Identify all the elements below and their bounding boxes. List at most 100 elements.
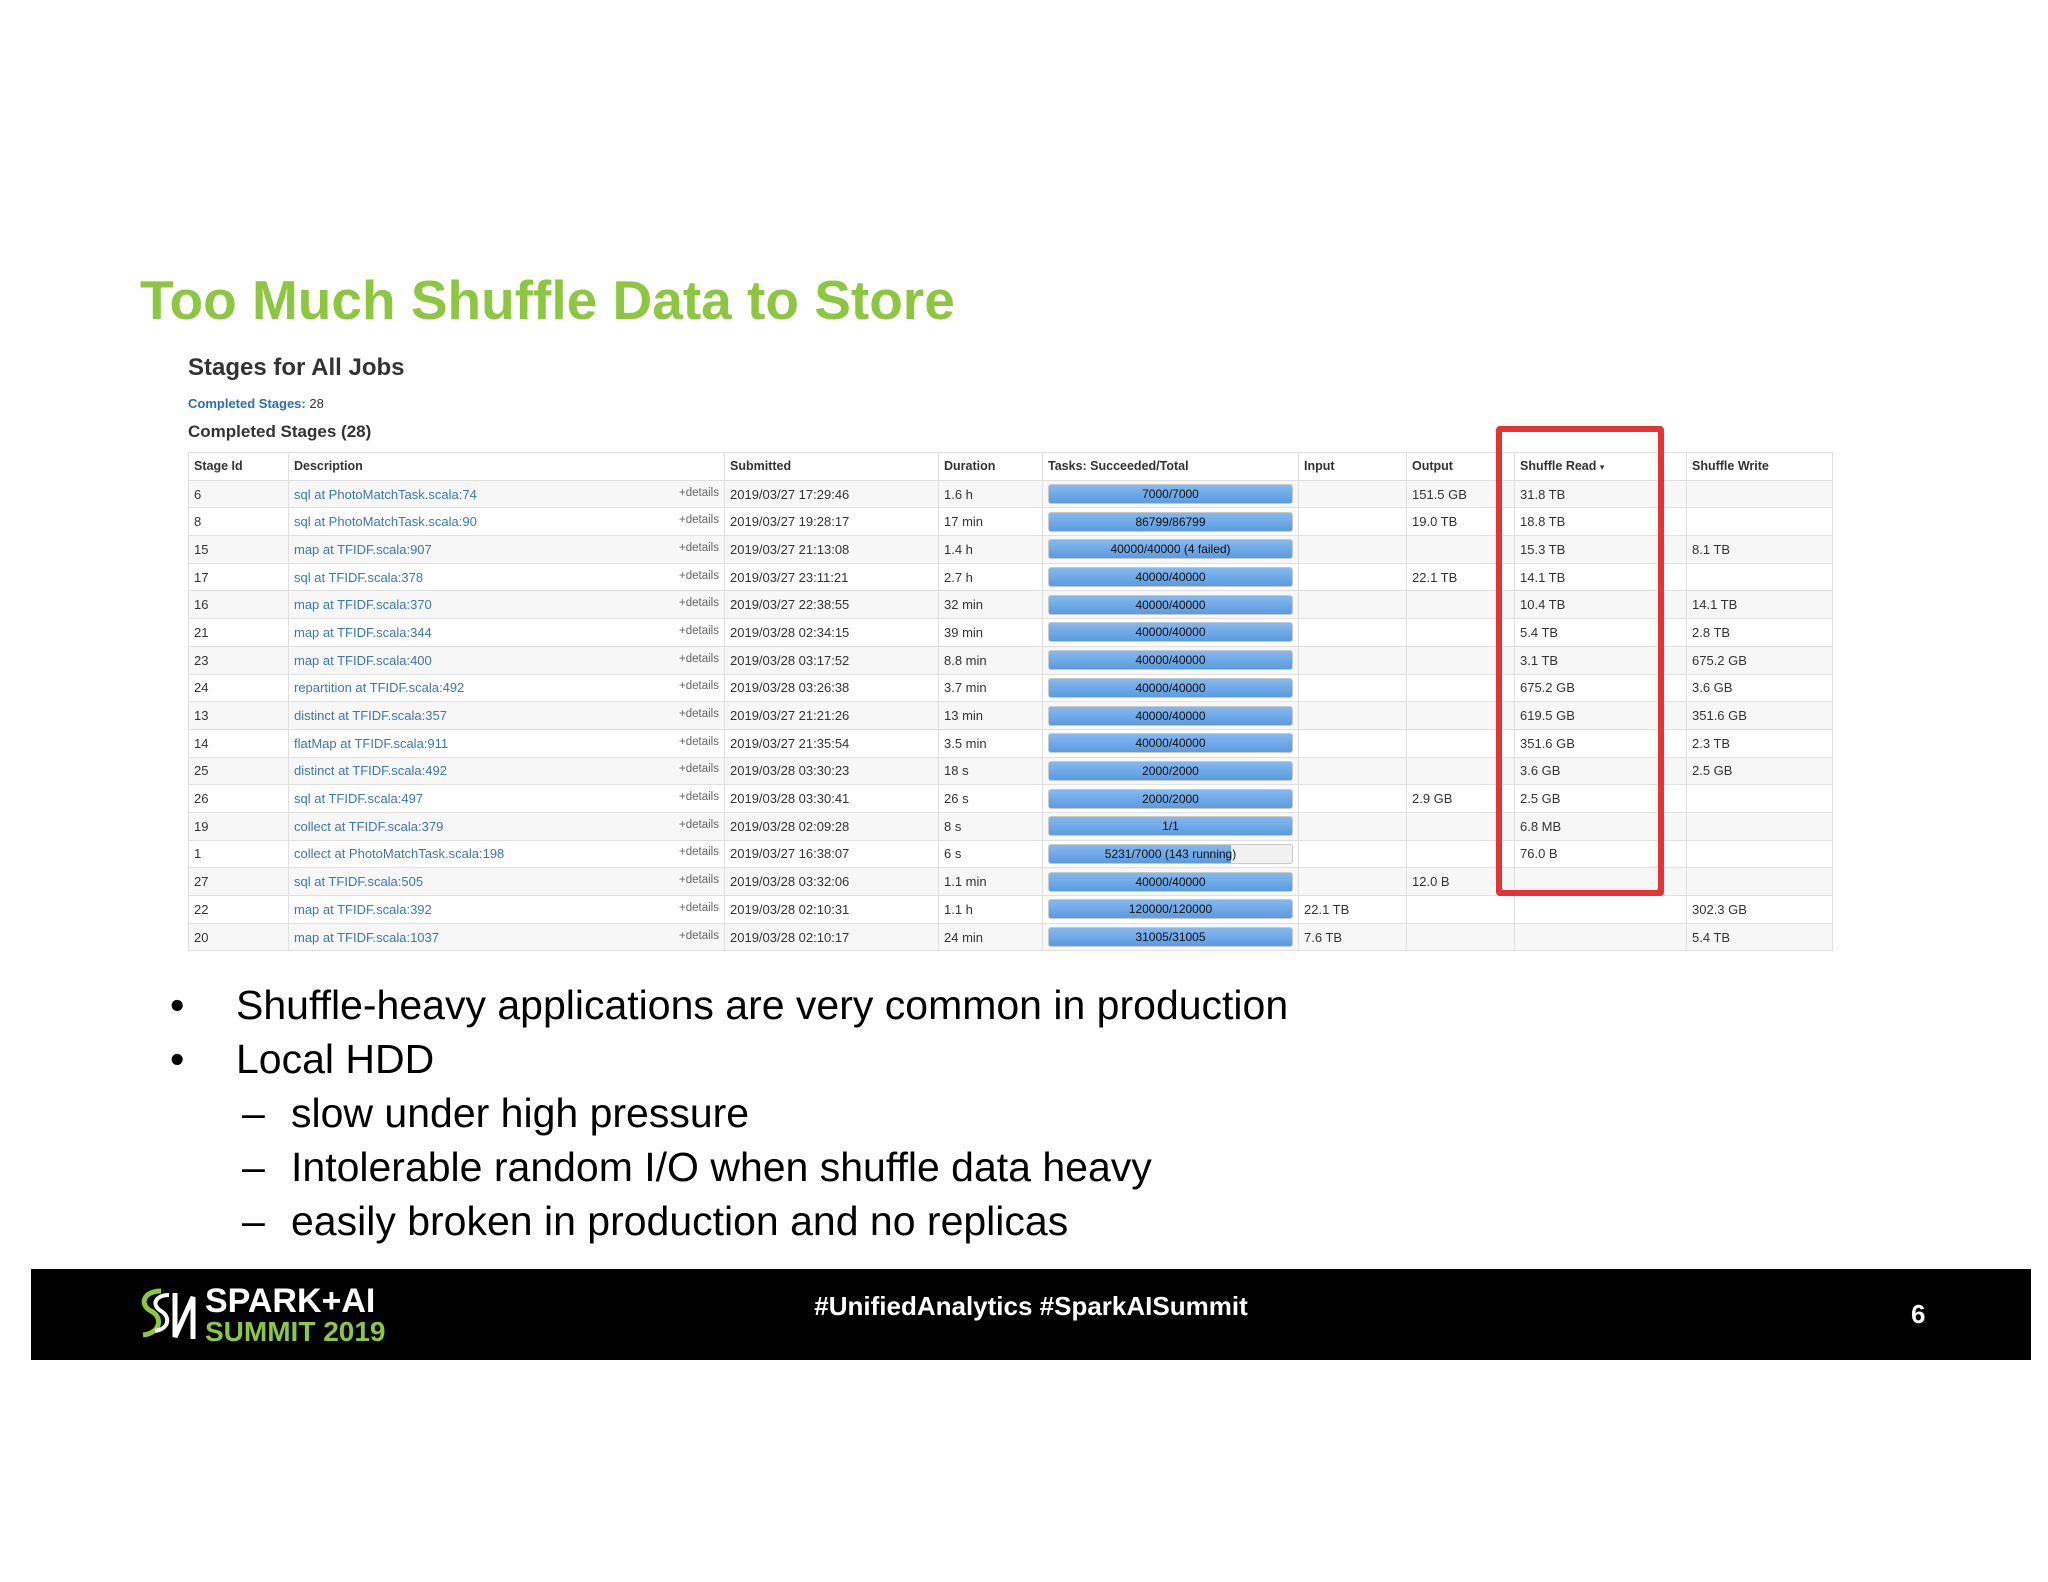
cell-input [1298, 701, 1407, 730]
sort-descending-icon[interactable]: ▾ [1600, 462, 1605, 472]
stage-description-link[interactable]: distinct at TFIDF.scala:357 [294, 708, 447, 723]
cell-duration: 26 s [938, 784, 1043, 813]
stage-description-link[interactable]: map at TFIDF.scala:400 [294, 653, 432, 668]
details-toggle[interactable]: +details [679, 819, 719, 834]
cell-submitted: 2019/03/28 02:10:31 [724, 895, 939, 924]
stage-description-link[interactable]: map at TFIDF.scala:370 [294, 597, 432, 612]
cell-output: 22.1 TB [1406, 562, 1515, 592]
cell-input [1298, 811, 1407, 841]
stage-description-link[interactable]: map at TFIDF.scala:392 [294, 902, 432, 917]
stage-description-link[interactable]: map at TFIDF.scala:907 [294, 542, 432, 557]
cell-submitted: 2019/03/27 22:38:55 [724, 590, 939, 620]
details-toggle[interactable]: +details [679, 736, 719, 751]
stage-description-link[interactable]: sql at TFIDF.scala:378 [294, 570, 423, 585]
task-progress-label: 40000/40000 (4 failed) [1110, 542, 1231, 557]
sub-bullet-item: – easily broken in production and no rep… [170, 1194, 1770, 1248]
table-row: 23 map at TFIDF.scala:400 +details 2019/03/… [188, 645, 1833, 675]
details-toggle[interactable]: +details [679, 653, 719, 668]
cell-submitted: 2019/03/28 02:34:15 [724, 618, 939, 647]
details-toggle[interactable]: +details [679, 542, 719, 557]
completed-stages-heading[interactable]: Completed Stages (28) [188, 422, 371, 442]
column-header-output[interactable]: Output [1406, 452, 1515, 481]
sub-bullet-text: easily broken in production and no repli… [291, 1198, 1069, 1244]
details-toggle[interactable]: +details [679, 625, 719, 640]
cell-shuffle-write: 2.8 TB [1686, 618, 1833, 647]
cell-shuffle-write [1686, 562, 1833, 592]
stage-description-link[interactable]: repartition at TFIDF.scala:492 [294, 680, 464, 695]
task-progress-bar: 31005/31005 [1048, 927, 1293, 948]
cell-description: repartition at TFIDF.scala:492 +details [288, 673, 725, 703]
cell-tasks: 40000/40000 [1042, 728, 1299, 758]
stage-description-link[interactable]: sql at TFIDF.scala:497 [294, 791, 423, 806]
task-progress-label: 40000/40000 [1135, 597, 1206, 612]
details-toggle[interactable]: +details [679, 708, 719, 723]
cell-description: sql at TFIDF.scala:497 +details [288, 784, 725, 813]
stage-description-link[interactable]: map at TFIDF.scala:344 [294, 625, 432, 640]
cell-shuffle-read [1514, 895, 1687, 924]
column-header-shuffle-write[interactable]: Shuffle Write [1686, 452, 1833, 481]
column-header-description[interactable]: Description [288, 452, 725, 481]
cell-description: distinct at TFIDF.scala:357 +details [288, 701, 725, 730]
cell-duration: 1.1 h [938, 895, 1043, 924]
stage-description-link[interactable]: distinct at TFIDF.scala:492 [294, 763, 447, 778]
task-progress-bar: 120000/120000 [1048, 899, 1293, 920]
task-progress-bar: 7000/7000 [1048, 484, 1293, 505]
cell-tasks: 86799/86799 [1042, 507, 1299, 537]
column-header-shuffle-read[interactable]: Shuffle Read ▾ [1514, 452, 1687, 481]
cell-shuffle-write [1686, 839, 1833, 869]
cell-submitted: 2019/03/28 03:30:23 [724, 756, 939, 786]
column-header-submitted[interactable]: Submitted [724, 452, 939, 481]
details-toggle[interactable]: +details [679, 902, 719, 917]
table-row: 13 distinct at TFIDF.scala:357 +details 201… [188, 701, 1833, 730]
completed-stages-link[interactable]: Completed Stages: [188, 396, 306, 411]
details-toggle[interactable]: +details [679, 846, 719, 861]
cell-input [1298, 867, 1407, 896]
cell-tasks: 40000/40000 (4 failed) [1042, 535, 1299, 564]
stage-description-link[interactable]: map at TFIDF.scala:1037 [294, 930, 439, 945]
stage-description-link[interactable]: sql at PhotoMatchTask.scala:90 [294, 514, 477, 529]
details-toggle[interactable]: +details [679, 763, 719, 778]
table-row: 16 map at TFIDF.scala:370 +details 2019/03/… [188, 590, 1833, 620]
cell-submitted: 2019/03/27 21:21:26 [724, 701, 939, 730]
cell-submitted: 2019/03/28 03:30:41 [724, 784, 939, 813]
cell-stage-id: 23 [188, 645, 289, 675]
logo-text-spark-ai: SPARK+AI [205, 1282, 376, 1320]
cell-input [1298, 673, 1407, 703]
stage-description-link[interactable]: collect at PhotoMatchTask.scala:198 [294, 846, 504, 861]
stage-description-link[interactable]: flatMap at TFIDF.scala:911 [294, 736, 448, 751]
task-progress-bar: 2000/2000 [1048, 760, 1293, 781]
cell-output [1406, 535, 1515, 564]
details-toggle[interactable]: +details [679, 487, 719, 502]
details-toggle[interactable]: +details [679, 680, 719, 695]
cell-input [1298, 728, 1407, 758]
cell-output [1406, 728, 1515, 758]
task-progress-label: 120000/120000 [1128, 902, 1213, 917]
column-header-stage-id[interactable]: Stage Id [188, 452, 289, 481]
details-toggle[interactable]: +details [679, 874, 719, 889]
column-header-duration[interactable]: Duration [938, 452, 1043, 481]
task-progress-bar: 40000/40000 (4 failed) [1048, 539, 1293, 560]
details-toggle[interactable]: +details [679, 514, 719, 529]
cell-stage-id: 17 [188, 562, 289, 592]
cell-description: flatMap at TFIDF.scala:911 +details [288, 728, 725, 758]
stage-description-link[interactable]: collect at TFIDF.scala:379 [294, 819, 443, 834]
cell-duration: 39 min [938, 618, 1043, 647]
cell-input: 22.1 TB [1298, 895, 1407, 924]
column-header-input[interactable]: Input [1298, 452, 1407, 481]
task-progress-label: 1/1 [1162, 819, 1179, 834]
table-row: 14 flatMap at TFIDF.scala:911 +details 2019… [188, 728, 1833, 758]
stage-description-link[interactable]: sql at TFIDF.scala:505 [294, 874, 423, 889]
details-toggle[interactable]: +details [679, 930, 719, 945]
details-toggle[interactable]: +details [679, 570, 719, 585]
stage-description-link[interactable]: sql at PhotoMatchTask.scala:74 [294, 487, 477, 502]
cell-submitted: 2019/03/28 03:32:06 [724, 867, 939, 896]
task-progress-bar: 40000/40000 [1048, 705, 1293, 726]
column-header-tasks[interactable]: Tasks: Succeeded/Total [1042, 452, 1299, 481]
cell-input [1298, 590, 1407, 620]
details-toggle[interactable]: +details [679, 791, 719, 806]
cell-output [1406, 922, 1515, 952]
details-toggle[interactable]: +details [679, 597, 719, 612]
table-row: 19 collect at TFIDF.scala:379 +details 2019… [188, 811, 1833, 841]
sub-bullet-marker: – [242, 1090, 265, 1136]
cell-output [1406, 673, 1515, 703]
